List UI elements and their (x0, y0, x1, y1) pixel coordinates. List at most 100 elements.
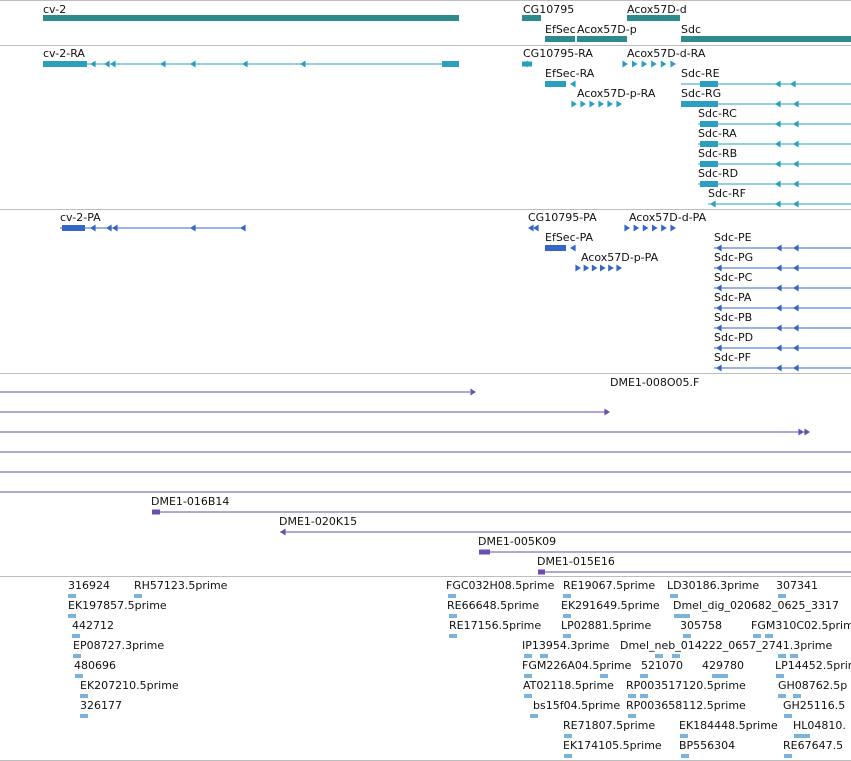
est-label[interactable]: RE67647.5 (783, 739, 843, 752)
right-arrow-glyph[interactable] (670, 224, 676, 232)
est-label[interactable]: BP556304 (679, 739, 735, 752)
est-label[interactable]: RE71807.5prime (563, 719, 655, 732)
gene-label[interactable]: CG10795 (523, 3, 574, 16)
est-label[interactable]: 442712 (72, 619, 114, 632)
left-arrow-glyph[interactable] (790, 80, 796, 88)
protein-label[interactable]: CG10795-PA (528, 211, 597, 224)
est-label[interactable]: EK174105.5prime (563, 739, 662, 752)
est-label[interactable]: FGC032H08.5prime (446, 579, 554, 592)
left-arrow-glyph[interactable] (776, 244, 782, 252)
est-label[interactable]: 429780 (702, 659, 744, 672)
left-arrow-glyph[interactable] (793, 284, 799, 292)
protein-label[interactable]: Sdc-PE (714, 231, 752, 244)
est-label[interactable]: FGM310C02.5prim (751, 619, 851, 632)
est-label[interactable]: LD30186.3prime (667, 579, 759, 592)
right-arrow-glyph[interactable] (604, 408, 610, 416)
est-label[interactable]: AT02118.5prime (523, 679, 614, 692)
est-label[interactable]: EP08727.3prime (73, 639, 164, 652)
left-arrow-glyph[interactable] (793, 324, 799, 332)
left-arrow-glyph[interactable] (793, 244, 799, 252)
gene-label[interactable]: EfSec (545, 23, 576, 36)
est-label[interactable]: HL04810. (793, 719, 846, 732)
left-arrow-glyph[interactable] (300, 60, 306, 68)
est-label[interactable]: RP003517120.5prime (626, 679, 746, 692)
left-arrow-glyph[interactable] (110, 60, 116, 68)
est-label[interactable]: EK207210.5prime (80, 679, 179, 692)
est-label[interactable]: 307341 (776, 579, 818, 592)
gene-label[interactable]: Acox57D-p (577, 23, 637, 36)
left-arrow-glyph[interactable] (104, 60, 110, 68)
left-arrow-glyph[interactable] (793, 364, 799, 372)
est-label[interactable]: FGM226A04.5prime (522, 659, 631, 672)
est-label[interactable]: 305758 (680, 619, 722, 632)
transcript-label[interactable]: Sdc-RB (698, 147, 737, 160)
left-arrow-glyph[interactable] (776, 264, 782, 272)
protein-label[interactable]: Sdc-PC (714, 271, 752, 284)
clone-label[interactable]: DME1-005K09 (478, 535, 556, 548)
est-label[interactable]: RH57123.5prime (134, 579, 227, 592)
left-arrow-glyph[interactable] (242, 60, 248, 68)
right-arrow-glyph[interactable] (583, 264, 590, 272)
transcript-label[interactable]: Acox57D-d-RA (627, 47, 705, 60)
left-arrow-glyph[interactable] (793, 200, 799, 208)
right-arrow-glyph[interactable] (608, 264, 614, 272)
transcript-label[interactable]: Sdc-RE (681, 67, 720, 80)
est-label[interactable]: EK291649.5prime (561, 599, 660, 612)
left-arrow-glyph[interactable] (570, 80, 576, 88)
est-label[interactable]: EK197857.5prime (68, 599, 167, 612)
est-label[interactable]: RE19067.5prime (563, 579, 655, 592)
transcript-label[interactable]: CG10795-RA (523, 47, 593, 60)
transcript-label[interactable]: EfSec-RA (545, 67, 594, 80)
est-label[interactable]: GH25116.5 (783, 699, 845, 712)
right-arrow-glyph[interactable] (591, 264, 598, 272)
clone-end[interactable] (538, 569, 545, 575)
left-arrow-glyph[interactable] (775, 80, 781, 88)
clone-label[interactable]: DME1-015E16 (537, 555, 615, 568)
clone-label[interactable]: DME1-016B14 (151, 495, 229, 508)
right-arrow-glyph[interactable] (589, 100, 595, 108)
left-arrow-glyph[interactable] (775, 140, 781, 148)
right-arrow-glyph[interactable] (798, 428, 804, 436)
gene-label[interactable]: Sdc (681, 23, 701, 36)
gene-glyph[interactable] (681, 36, 851, 42)
right-arrow-glyph[interactable] (661, 224, 667, 232)
left-arrow-glyph[interactable] (190, 60, 196, 68)
right-arrow-glyph[interactable] (651, 60, 657, 68)
left-arrow-glyph[interactable] (190, 224, 196, 232)
gene-glyph[interactable] (43, 15, 459, 21)
right-arrow-glyph[interactable] (641, 60, 648, 68)
est-label[interactable]: 316924 (68, 579, 110, 592)
left-arrow-glyph[interactable] (90, 60, 96, 68)
left-arrow-glyph[interactable] (793, 120, 799, 128)
right-arrow-glyph[interactable] (571, 100, 577, 108)
right-arrow-glyph[interactable] (632, 60, 638, 68)
exon-block[interactable] (43, 61, 87, 67)
exon-block[interactable] (62, 225, 85, 231)
right-arrow-glyph[interactable] (616, 264, 622, 272)
right-arrow-glyph[interactable] (652, 224, 658, 232)
transcript-label[interactable]: cv-2-RA (43, 47, 85, 60)
right-arrow-glyph[interactable] (633, 224, 640, 232)
transcript-label[interactable]: Sdc-RG (681, 87, 721, 100)
left-arrow-glyph[interactable] (775, 120, 781, 128)
right-arrow-glyph[interactable] (598, 100, 604, 108)
left-arrow-glyph[interactable] (90, 224, 96, 232)
left-arrow-glyph[interactable] (528, 224, 534, 232)
left-arrow-glyph[interactable] (716, 364, 722, 372)
right-arrow-glyph[interactable] (607, 100, 613, 108)
est-label[interactable]: GH08762.5p (778, 679, 847, 692)
clone-end[interactable] (479, 549, 490, 555)
left-arrow-glyph[interactable] (793, 264, 799, 272)
right-arrow-glyph[interactable] (670, 60, 676, 68)
left-arrow-glyph[interactable] (776, 304, 782, 312)
left-arrow-glyph[interactable] (240, 224, 246, 232)
left-arrow-glyph[interactable] (160, 60, 166, 68)
est-label[interactable]: 480696 (74, 659, 116, 672)
protein-label[interactable]: cv-2-PA (60, 211, 101, 224)
est-label[interactable]: LP14452.5prime (775, 659, 851, 672)
right-arrow-glyph[interactable] (624, 224, 630, 232)
gene-glyph[interactable] (577, 36, 627, 42)
left-arrow-glyph[interactable] (776, 344, 782, 352)
left-arrow-glyph[interactable] (775, 160, 781, 168)
gene-label[interactable]: cv-2 (43, 3, 66, 16)
